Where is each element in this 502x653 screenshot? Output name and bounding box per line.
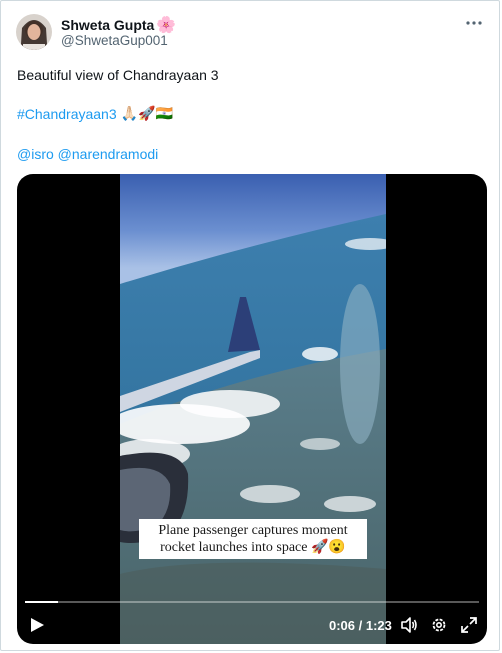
settings-gear-icon[interactable] [430,616,448,634]
play-icon[interactable] [29,617,45,633]
flower-emoji: 🌸 [156,17,177,34]
hashtag-link[interactable]: #Chandrayaan3 [17,106,117,122]
tweet-card: Shweta Gupta 🌸 @ShwetaGup001 Beautiful v… [0,0,500,651]
hashtag-emojis: 🙏🏻🚀🇮🇳 [120,105,173,121]
video-caption: Plane passenger captures moment rocket l… [139,519,367,559]
video-player[interactable]: Plane passenger captures moment rocket l… [17,174,487,644]
video-progress-bar[interactable] [25,601,479,603]
video-time: 0:06 / 1:23 [329,618,392,633]
video-progress-fill [25,601,58,603]
author-display-name[interactable]: Shweta Gupta [61,17,154,33]
volume-icon[interactable] [400,616,418,634]
tweet-text: Beautiful view of Chandrayaan 3 [17,67,219,83]
video-frame[interactable] [120,174,386,644]
fullscreen-expand-icon[interactable] [460,616,478,634]
more-horizontal-icon[interactable] [464,13,484,33]
video-caption-line2: rocket launches into space 🚀😮 [160,540,346,555]
avatar[interactable] [16,14,52,50]
hashtag-line: #Chandrayaan3 🙏🏻🚀🇮🇳 [17,105,173,122]
mentions-link[interactable]: @isro @narendramodi [17,146,158,162]
author-handle[interactable]: @ShwetaGup001 [61,33,168,48]
author-name-row[interactable]: Shweta Gupta 🌸 [61,15,176,35]
video-caption-line1: Plane passenger captures moment [158,523,348,538]
video-controls: 0:06 / 1:23 [17,607,487,644]
